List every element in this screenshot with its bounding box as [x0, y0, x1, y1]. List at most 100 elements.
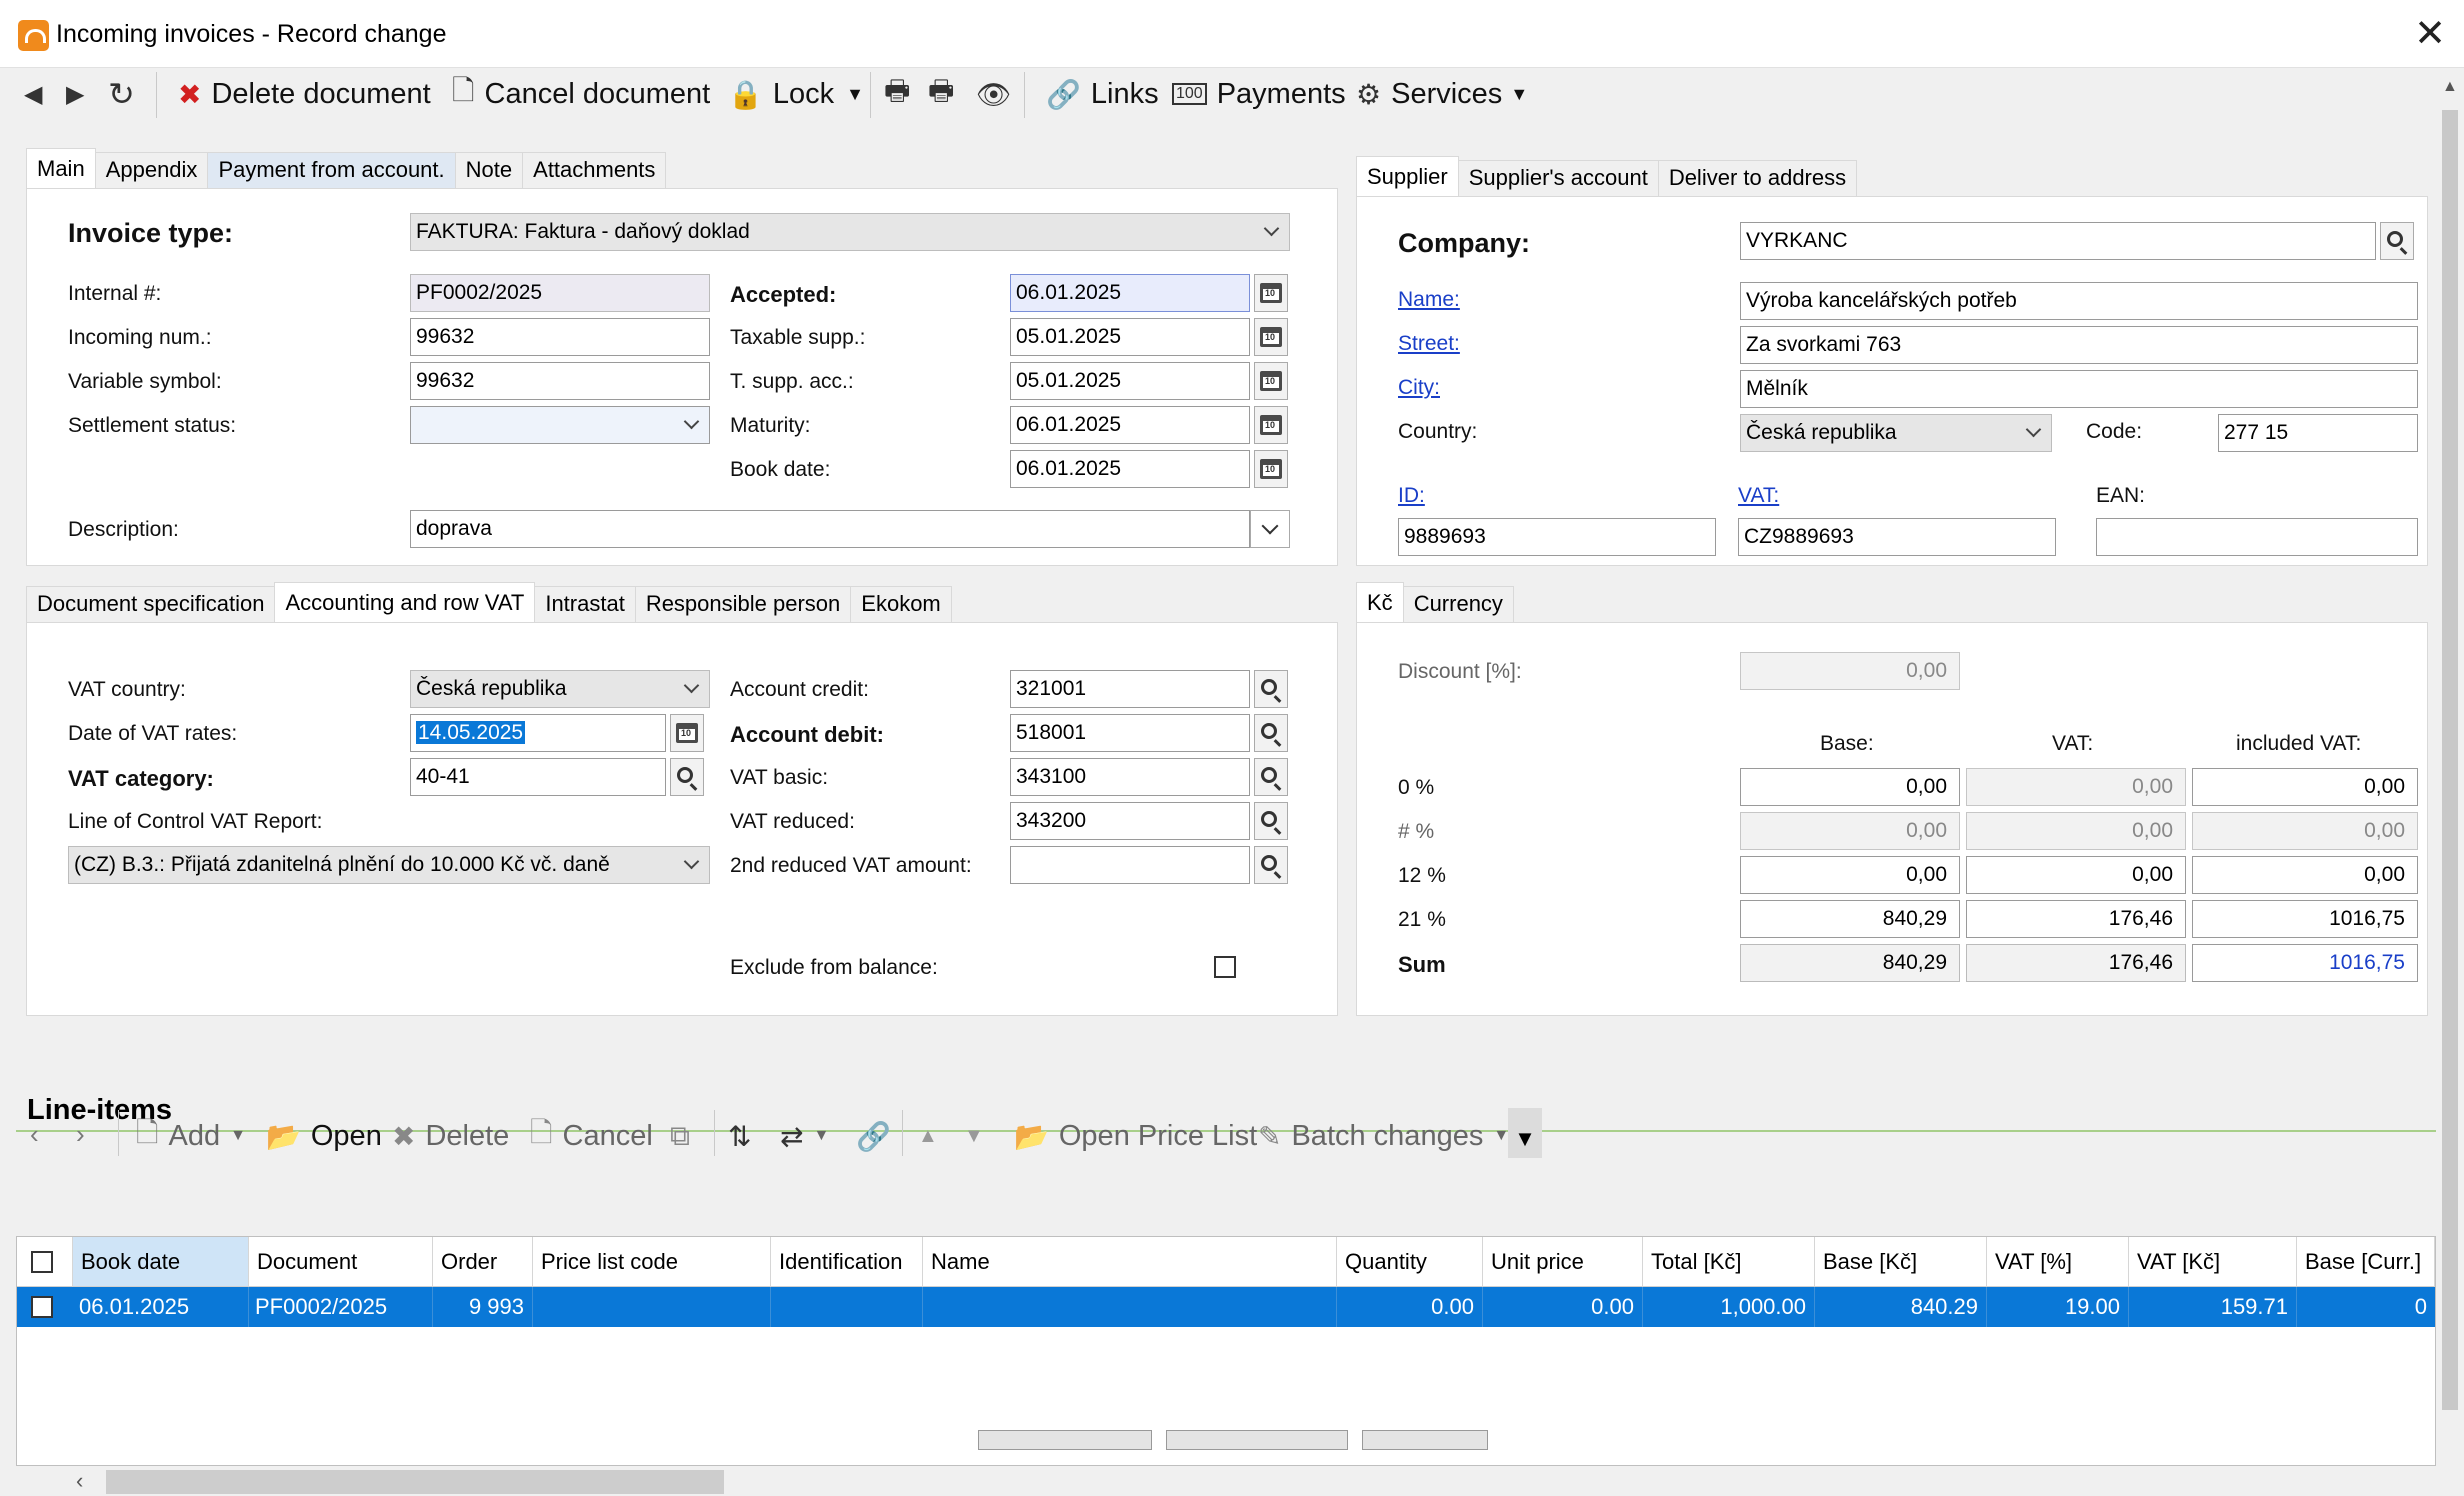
lock-button[interactable]: 🔒 Lock ▼ — [728, 74, 864, 114]
calendar-icon[interactable] — [1254, 406, 1288, 444]
vat-row-vat[interactable]: 176,46 — [1966, 900, 2186, 938]
tab-accounting-row-vat[interactable]: Accounting and row VAT — [274, 582, 536, 622]
tab-intrastat[interactable]: Intrastat — [534, 586, 636, 622]
open-price-list-button[interactable]: 📂 Open Price List — [1014, 1116, 1257, 1156]
tab-document-specification[interactable]: Document specification — [26, 586, 276, 622]
ean-field[interactable] — [2096, 518, 2418, 556]
country-select[interactable]: Česká republika — [1740, 414, 2052, 452]
tab-main[interactable]: Main — [26, 148, 96, 188]
col-base-curr[interactable]: Base [Curr.] — [2297, 1237, 2435, 1287]
vat-reduced-field[interactable]: 343200 — [1010, 802, 1250, 840]
tab-supplier[interactable]: Supplier — [1356, 156, 1459, 196]
scroll-up-icon[interactable]: ▲ — [2442, 78, 2458, 96]
print-preview-icon[interactable]: 🖶 — [928, 74, 964, 114]
vertical-scrollbar[interactable]: ▲ — [2436, 70, 2464, 1441]
tab-kc[interactable]: Kč — [1356, 582, 1404, 622]
calendar-icon[interactable] — [670, 714, 704, 752]
vat-2nd-reduced-field[interactable] — [1010, 846, 1250, 884]
add-button[interactable]: 🗋 Add ▼ — [136, 1116, 246, 1156]
delete-document-button[interactable]: ✖ Delete document — [178, 74, 431, 114]
col-name[interactable]: Name — [923, 1237, 1337, 1287]
eye-icon[interactable]: 👁 — [976, 74, 1022, 114]
description-field[interactable]: doprava — [410, 510, 1250, 548]
account-debit-field[interactable]: 518001 — [1010, 714, 1250, 752]
maturity-date-field[interactable]: 06.01.2025 — [1010, 406, 1250, 444]
date-vat-rates-field[interactable]: 14.05.2025 — [410, 714, 666, 752]
exclude-balance-checkbox[interactable] — [1214, 956, 1236, 978]
tab-payment-from-account[interactable]: Payment from account. — [207, 152, 456, 188]
search-icon[interactable] — [1254, 758, 1288, 796]
col-vat-kc[interactable]: VAT [Kč] — [2129, 1237, 2297, 1287]
search-icon[interactable] — [1254, 802, 1288, 840]
calendar-icon[interactable] — [1254, 450, 1288, 488]
city-link[interactable]: City: — [1398, 376, 1440, 400]
col-price-list-code[interactable]: Price list code — [533, 1237, 771, 1287]
tab-currency[interactable]: Currency — [1402, 586, 1514, 622]
vat-basic-field[interactable]: 343100 — [1010, 758, 1250, 796]
accepted-date-field[interactable]: 06.01.2025 — [1010, 274, 1250, 312]
control-report-select[interactable]: (CZ) B.3.: Přijatá zdanitelná plnění do … — [68, 846, 710, 884]
footer-button[interactable] — [1166, 1430, 1348, 1450]
vat-row-included[interactable]: 1016,75 — [2192, 900, 2418, 938]
vat-category-field[interactable]: 40-41 — [410, 758, 666, 796]
row-checkbox[interactable] — [31, 1296, 53, 1318]
vat-row-included[interactable]: 0,00 — [2192, 856, 2418, 894]
calendar-icon[interactable] — [1254, 274, 1288, 312]
col-quantity[interactable]: Quantity — [1337, 1237, 1483, 1287]
vat-row-base[interactable]: 0,00 — [1740, 768, 1960, 806]
search-icon[interactable] — [1254, 670, 1288, 708]
col-book-date[interactable]: Book date — [73, 1237, 249, 1287]
discount-field[interactable]: 0,00 — [1740, 652, 1960, 690]
tab-deliver-to-address[interactable]: Deliver to address — [1657, 160, 1858, 196]
col-order[interactable]: Order — [433, 1237, 533, 1287]
incoming-num-field[interactable]: 99632 — [410, 318, 710, 356]
settlement-status-select[interactable] — [410, 406, 710, 444]
postal-code-field[interactable]: 277 15 — [2218, 414, 2418, 452]
tab-suppliers-account[interactable]: Supplier's account — [1457, 160, 1659, 196]
street-field[interactable]: Za svorkami 763 — [1740, 326, 2418, 364]
tab-appendix[interactable]: Appendix — [94, 152, 209, 188]
t-supp-acc-date-field[interactable]: 05.01.2025 — [1010, 362, 1250, 400]
col-unit-price[interactable]: Unit price — [1483, 1237, 1643, 1287]
calendar-icon[interactable] — [1254, 362, 1288, 400]
col-vat-pct[interactable]: VAT [%] — [1987, 1237, 2129, 1287]
name-link[interactable]: Name: — [1398, 288, 1460, 312]
taxable-supp-date-field[interactable]: 05.01.2025 — [1010, 318, 1250, 356]
footer-button[interactable] — [1362, 1430, 1488, 1450]
tab-responsible-person[interactable]: Responsible person — [634, 586, 852, 622]
delete-line-button[interactable]: ✖ Delete — [392, 1116, 509, 1156]
street-link[interactable]: Street: — [1398, 332, 1460, 356]
vat-row-included[interactable]: 0,00 — [2192, 768, 2418, 806]
print-icon[interactable]: 🖶 — [884, 74, 920, 114]
calendar-icon[interactable] — [1254, 318, 1288, 356]
horizontal-scrollbar[interactable]: ‹ — [70, 1466, 2436, 1496]
link-icon[interactable]: 🔗 — [856, 1116, 901, 1156]
book-date-field[interactable]: 06.01.2025 — [1010, 450, 1250, 488]
vat-link[interactable]: VAT: — [1738, 484, 1779, 508]
footer-button[interactable] — [978, 1430, 1152, 1450]
invoice-type-select[interactable]: FAKTURA: Faktura - daňový doklad — [410, 213, 1290, 251]
name-field[interactable]: Výroba kancelářských potřeb — [1740, 282, 2418, 320]
company-field[interactable]: VYRKANC — [1740, 222, 2376, 260]
description-dropdown-button[interactable] — [1250, 510, 1290, 548]
search-icon[interactable] — [1254, 714, 1288, 752]
col-identification[interactable]: Identification — [771, 1237, 923, 1287]
id-field[interactable]: 9889693 — [1398, 518, 1716, 556]
move-up-icon[interactable]: ▲ — [918, 1116, 948, 1156]
internal-number-field[interactable]: PF0002/2025 — [410, 274, 710, 312]
services-button[interactable]: ⚙ Services ▼ — [1356, 74, 1528, 114]
city-field[interactable]: Mělník — [1740, 370, 2418, 408]
vat-row-base[interactable]: 840,29 — [1740, 900, 1960, 938]
cancel-line-button[interactable]: 🗋 Cancel — [530, 1116, 653, 1156]
tab-note[interactable]: Note — [454, 152, 524, 188]
vertical-scroll-thumb[interactable] — [2442, 110, 2458, 1410]
variable-symbol-field[interactable]: 99632 — [410, 362, 710, 400]
col-total[interactable]: Total [Kč] — [1643, 1237, 1815, 1287]
back-arrow-icon[interactable]: ◀ — [24, 74, 52, 114]
next-icon[interactable]: › — [76, 1114, 95, 1154]
id-link[interactable]: ID: — [1398, 484, 1425, 508]
tab-ekokom[interactable]: Ekokom — [850, 586, 952, 622]
vat-row-base[interactable]: 0,00 — [1740, 856, 1960, 894]
links-button[interactable]: 🔗 Links — [1046, 74, 1159, 114]
col-base[interactable]: Base [Kč] — [1815, 1237, 1987, 1287]
